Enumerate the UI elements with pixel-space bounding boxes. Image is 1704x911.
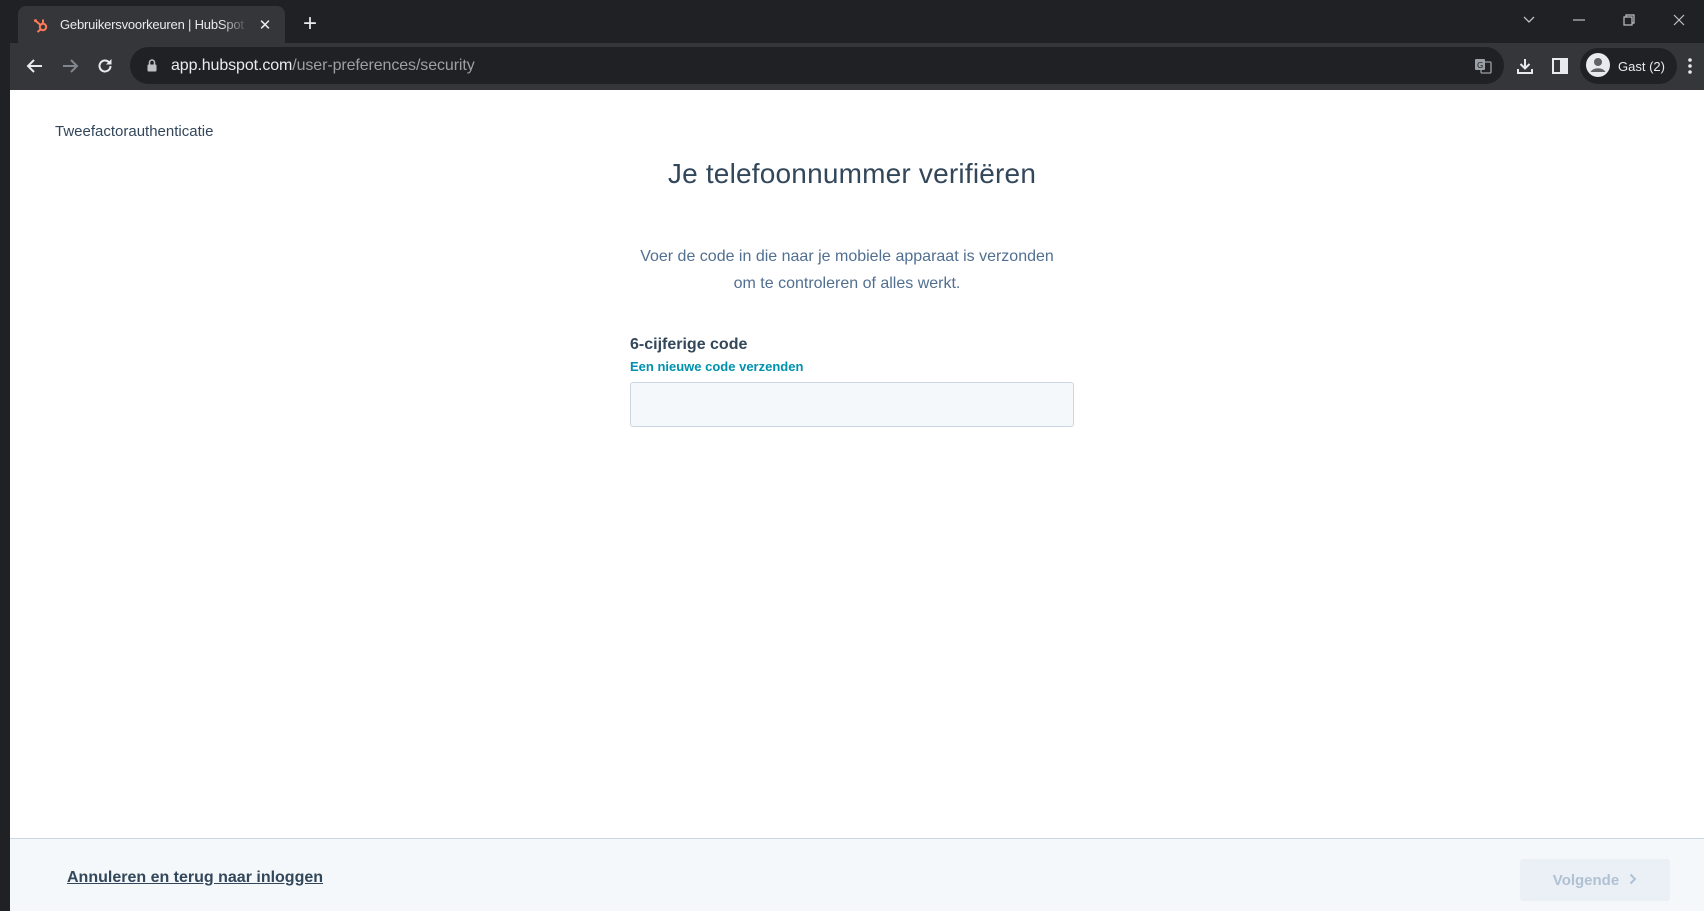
page-content: Tweefactorauthenticatie — [10, 90, 1704, 911]
profile-button[interactable]: Gast (2) — [1580, 48, 1677, 84]
profile-avatar-icon — [1586, 52, 1610, 80]
breadcrumb: Tweefactorauthenticatie — [55, 123, 214, 140]
code-field-label: 6-cijferige code — [630, 336, 748, 353]
address-bar[interactable]: app.hubspot.com/user-preferences/securit… — [130, 47, 1504, 84]
reload-icon[interactable] — [90, 51, 120, 81]
instruction-line-1: Voer de code in die naar je mobiele appa… — [640, 248, 1054, 265]
browser-frame-edge — [0, 0, 10, 911]
minimize-icon[interactable] — [1554, 0, 1604, 40]
footer-bar: Annuleren en terug naar inloggen Volgend… — [10, 838, 1704, 911]
next-button-label: Volgende — [1552, 871, 1620, 889]
tab-title: Gebruikersvoorkeuren | HubSpot — [60, 17, 244, 32]
tab-close-icon[interactable]: ✕ — [255, 15, 275, 35]
hubspot-logo-icon — [32, 16, 50, 34]
side-panel-icon[interactable] — [1545, 51, 1575, 81]
browser-toolbar: app.hubspot.com/user-preferences/securit… — [10, 43, 1704, 90]
url-path: /user-preferences/security — [292, 56, 475, 74]
window-controls — [1504, 0, 1704, 40]
svg-text:G: G — [1477, 61, 1483, 70]
resend-code-link[interactable]: Een nieuwe code verzenden — [630, 359, 803, 374]
instruction-line-2: om te controleren of alles werkt. — [733, 275, 961, 292]
new-tab-button[interactable]: + — [296, 10, 324, 38]
arrow-left-icon[interactable] — [20, 51, 50, 81]
chevron-right-icon — [1629, 872, 1637, 889]
url-host: app.hubspot.com — [171, 56, 293, 74]
translate-icon[interactable]: G — [1472, 55, 1494, 77]
kebab-menu-icon[interactable] — [1680, 51, 1700, 81]
instruction-text: Voer de code in die naar je mobiele appa… — [630, 243, 1064, 297]
lock-icon[interactable] — [144, 58, 160, 74]
browser-tab-active[interactable]: Gebruikersvoorkeuren | HubSpot ✕ — [18, 6, 285, 43]
restore-icon[interactable] — [1604, 0, 1654, 40]
arrow-right-icon[interactable] — [55, 51, 85, 81]
download-icon[interactable] — [1510, 51, 1540, 81]
page-title: Je telefoonnummer verifiëren — [667, 158, 1037, 189]
url-text: app.hubspot.com/user-preferences/securit… — [171, 57, 475, 75]
close-window-icon[interactable] — [1654, 0, 1704, 40]
cancel-back-to-login-link[interactable]: Annuleren en terug naar inloggen — [67, 869, 323, 887]
next-button[interactable]: Volgende — [1520, 859, 1670, 901]
tab-search-icon[interactable] — [1504, 0, 1554, 40]
profile-label: Gast (2) — [1618, 58, 1665, 74]
verification-code-input[interactable] — [630, 382, 1074, 427]
